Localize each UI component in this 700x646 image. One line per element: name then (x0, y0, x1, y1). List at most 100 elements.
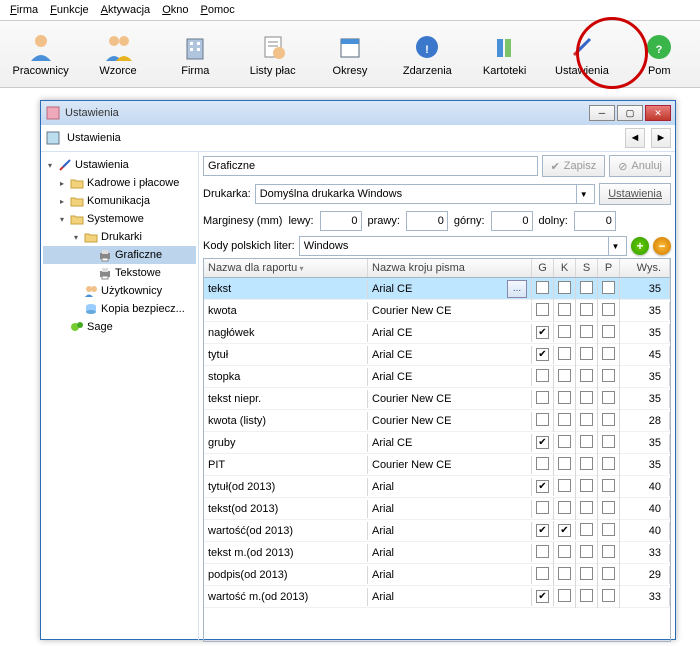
checkbox[interactable] (536, 348, 549, 361)
table-row[interactable]: kwota (listy)Courier New CE28 (204, 410, 670, 432)
maximize-button[interactable]: ▢ (617, 105, 643, 121)
tree-node-4[interactable]: ▾Drukarki (43, 228, 196, 246)
checkbox[interactable] (536, 567, 549, 580)
checkbox[interactable] (580, 545, 593, 558)
menu-aktywacja[interactable]: Aktywacja (95, 2, 157, 18)
tree-node-5[interactable]: Graficzne (43, 246, 196, 264)
checkbox[interactable] (536, 413, 549, 426)
table-row[interactable]: grubyArial CE35 (204, 432, 670, 454)
checkbox[interactable] (558, 347, 571, 360)
table-row[interactable]: wartość(od 2013)Arial40 (204, 520, 670, 542)
table-row[interactable]: wartość m.(od 2013)Arial33 (204, 586, 670, 608)
checkbox[interactable] (602, 435, 615, 448)
toolbar-okresy[interactable]: Okresy (311, 25, 388, 83)
add-row-button[interactable]: + (631, 237, 649, 255)
toolbar-wzorce[interactable]: Wzorce (79, 25, 156, 83)
checkbox[interactable] (536, 501, 549, 514)
checkbox[interactable] (602, 567, 615, 580)
tree-node-6[interactable]: Tekstowe (43, 264, 196, 282)
table-row[interactable]: tekst niepr.Courier New CE35 (204, 388, 670, 410)
checkbox[interactable] (602, 325, 615, 338)
checkbox[interactable] (602, 457, 615, 470)
col-wys[interactable]: Wys. (620, 259, 670, 277)
table-row[interactable]: nagłówekArial CE35 (204, 322, 670, 344)
checkbox[interactable] (580, 347, 593, 360)
minimize-button[interactable]: ─ (589, 105, 615, 121)
toolbar-firma[interactable]: Firma (157, 25, 234, 83)
checkbox[interactable] (558, 545, 571, 558)
printer-combo[interactable]: Domyślna drukarka Windows ▼ (255, 184, 596, 204)
font-picker-button[interactable]: ... (507, 280, 527, 298)
checkbox[interactable] (580, 391, 593, 404)
checkbox[interactable] (602, 413, 615, 426)
checkbox[interactable] (536, 545, 549, 558)
checkbox[interactable] (580, 523, 593, 536)
col-g[interactable]: G (532, 259, 554, 277)
checkbox[interactable] (580, 413, 593, 426)
table-row[interactable]: stopkaArial CE35 (204, 366, 670, 388)
tree-node-1[interactable]: ▸Kadrowe i płacowe (43, 174, 196, 192)
menu-pomoc[interactable]: Pomoc (195, 2, 241, 18)
margin-top-input[interactable] (491, 211, 533, 231)
checkbox[interactable] (602, 303, 615, 316)
checkbox[interactable] (602, 545, 615, 558)
menu-okno[interactable]: Okno (156, 2, 194, 18)
encoding-combo[interactable]: Windows ▼ (299, 236, 627, 256)
checkbox[interactable] (558, 589, 571, 602)
checkbox[interactable] (580, 369, 593, 382)
checkbox[interactable] (536, 457, 549, 470)
tree-node-2[interactable]: ▸Komunikacja (43, 192, 196, 210)
toolbar-ustawienia[interactable]: Ustawienia (543, 25, 620, 83)
checkbox[interactable] (558, 501, 571, 514)
cancel-button[interactable]: ⊘Anuluj (609, 155, 671, 177)
tree-node-7[interactable]: Użytkownicy (43, 282, 196, 300)
table-row[interactable]: tytułArial CE45 (204, 344, 670, 366)
menu-firma[interactable]: Firma (4, 2, 44, 18)
checkbox[interactable] (536, 369, 549, 382)
margin-left-input[interactable] (320, 211, 362, 231)
margin-bottom-input[interactable] (574, 211, 616, 231)
nav-back-button[interactable]: ◄ (625, 128, 645, 148)
close-button[interactable]: ✕ (645, 105, 671, 121)
checkbox[interactable] (536, 281, 549, 294)
toolbar-pracownicy[interactable]: Pracownicy (2, 25, 79, 83)
checkbox[interactable] (558, 325, 571, 338)
checkbox[interactable] (580, 281, 593, 294)
checkbox[interactable] (580, 479, 593, 492)
checkbox[interactable] (558, 391, 571, 404)
table-row[interactable]: tekst m.(od 2013)Arial33 (204, 542, 670, 564)
checkbox[interactable] (602, 369, 615, 382)
checkbox[interactable] (580, 567, 593, 580)
checkbox[interactable] (558, 303, 571, 316)
toolbar-listy-plac[interactable]: Listy płac (234, 25, 311, 83)
tree-node-3[interactable]: ▾Systemowe (43, 210, 196, 228)
checkbox[interactable] (558, 413, 571, 426)
tree-node-0[interactable]: ▾Ustawienia (43, 156, 196, 174)
table-row[interactable]: kwotaCourier New CE35 (204, 300, 670, 322)
checkbox[interactable] (580, 303, 593, 316)
checkbox[interactable] (558, 524, 571, 537)
checkbox[interactable] (536, 590, 549, 603)
table-row[interactable]: tytuł(od 2013)Arial40 (204, 476, 670, 498)
checkbox[interactable] (536, 391, 549, 404)
checkbox[interactable] (602, 523, 615, 536)
checkbox[interactable] (536, 436, 549, 449)
printer-settings-button[interactable]: Ustawienia (599, 183, 671, 205)
checkbox[interactable] (558, 479, 571, 492)
checkbox[interactable] (558, 457, 571, 470)
titlebar[interactable]: Ustawienia ─ ▢ ✕ (41, 101, 675, 125)
checkbox[interactable] (536, 480, 549, 493)
checkbox[interactable] (602, 501, 615, 514)
nav-fwd-button[interactable]: ► (651, 128, 671, 148)
save-button[interactable]: ✔Zapisz (542, 155, 606, 177)
table-row[interactable]: tekstArial CE...35 (204, 278, 670, 300)
checkbox[interactable] (558, 369, 571, 382)
tree-node-8[interactable]: Kopia bezpiecz... (43, 300, 196, 318)
table-row[interactable]: PITCourier New CE35 (204, 454, 670, 476)
tree-node-9[interactable]: Sage (43, 318, 196, 336)
checkbox[interactable] (580, 325, 593, 338)
checkbox[interactable] (580, 501, 593, 514)
checkbox[interactable] (580, 589, 593, 602)
table-row[interactable]: tekst(od 2013)Arial40 (204, 498, 670, 520)
col-k[interactable]: K (554, 259, 576, 277)
